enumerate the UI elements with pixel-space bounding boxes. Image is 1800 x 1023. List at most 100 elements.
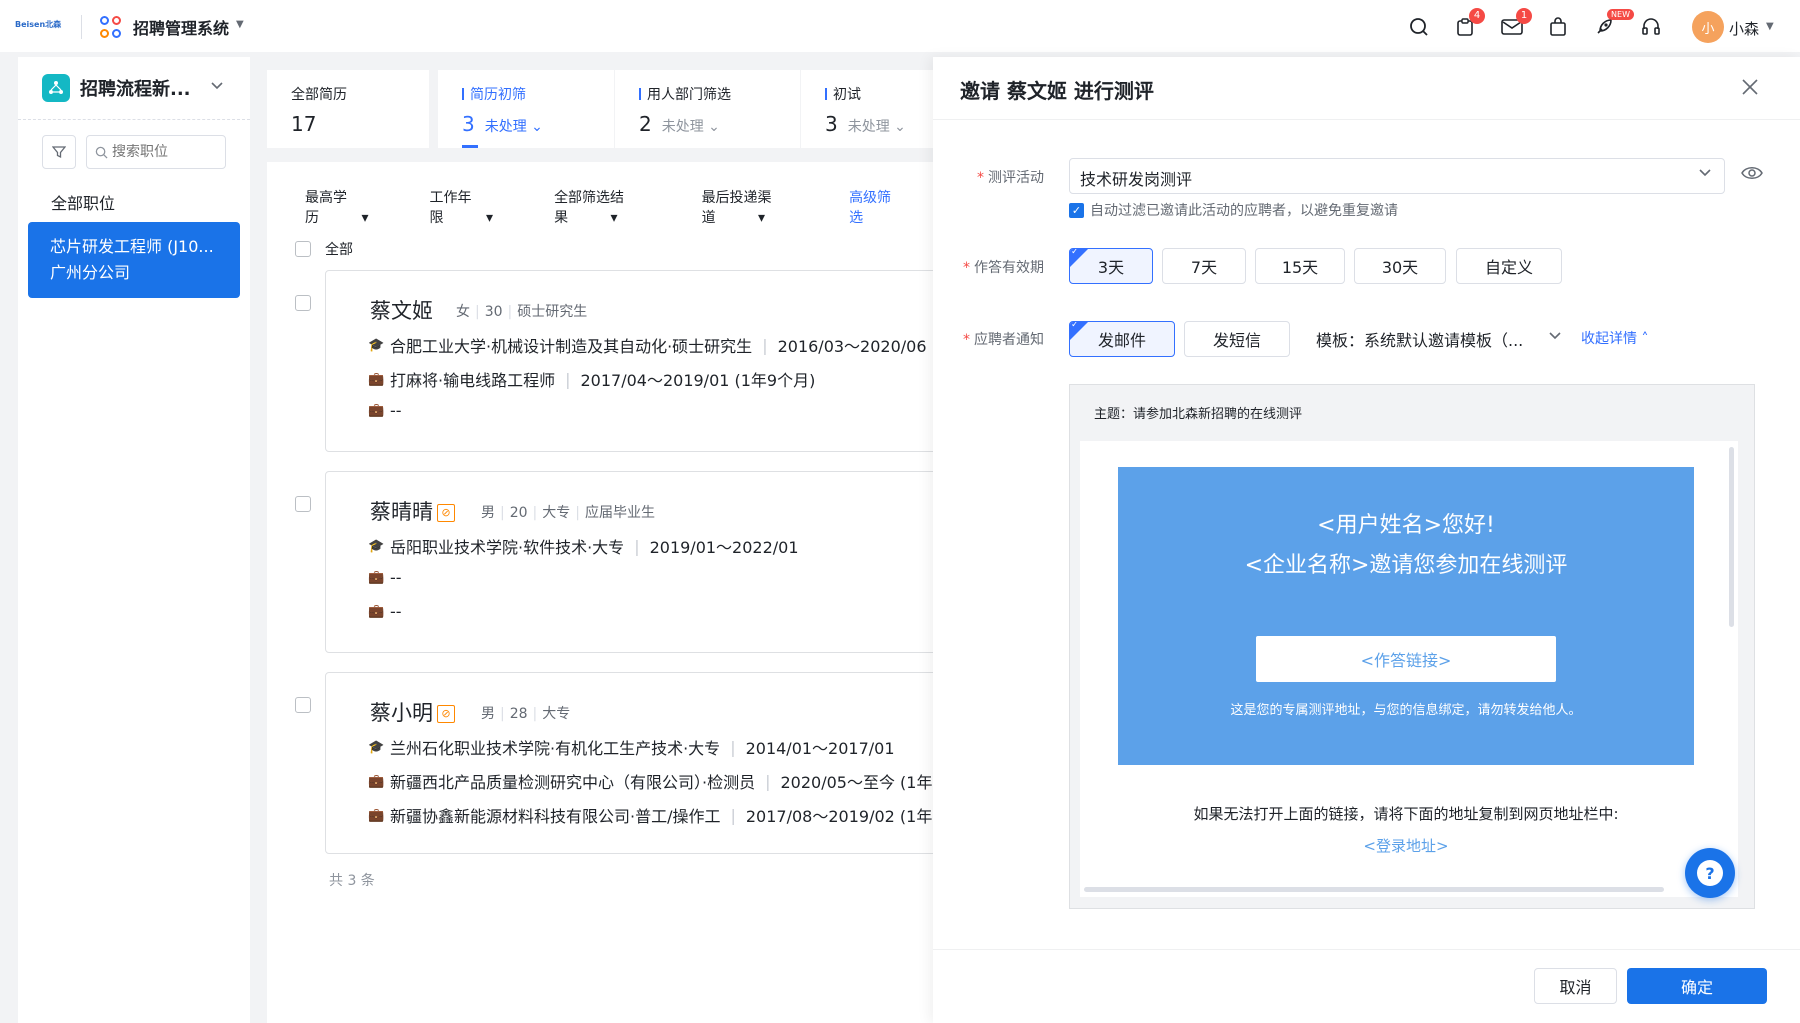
rocket-icon[interactable]: NEW (1592, 9, 1634, 39)
template-select[interactable]: 模板：系统默认邀请模板（... (1316, 327, 1523, 351)
graduation-cap-icon: 🎓 (368, 538, 385, 554)
candidate-card[interactable]: 蔡文姬 女 | 30 | 硕士研究生 🎓 合肥工业大学·机械设计制造及其自动化·硕士研究生… (325, 270, 965, 452)
eye-icon[interactable] (1741, 165, 1763, 185)
activity-value: 技术研发岗测评 (1080, 170, 1193, 189)
collapse-details-link[interactable]: 收起详情 ˄ (1581, 328, 1648, 348)
validity-option-custom[interactable]: 自定义 (1456, 248, 1562, 284)
candidate-card[interactable]: 蔡小明 ⊘ 男 | 28 | 大专 🎓 兰州石化职业技术学院·有机化工生产技术·大专 | 201… (325, 672, 965, 854)
activity-select[interactable]: 技术研发岗测评 (1069, 158, 1725, 194)
validity-option-30d[interactable]: 30天 (1354, 248, 1446, 284)
position-name: 芯片研发工程师 (J10... (50, 237, 214, 256)
brand-logo[interactable]: Beisen北森 (15, 19, 61, 30)
education-line: 🎓 兰州石化职业技术学院·有机化工生产技术·大专 | 2014/01～2017/01 (368, 737, 895, 759)
close-icon[interactable] (1741, 74, 1759, 102)
new-badge: NEW (1607, 9, 1634, 20)
briefcase-icon: 💼 (368, 371, 385, 387)
candidate-checkbox[interactable] (295, 697, 311, 713)
candidate-checkbox[interactable] (295, 496, 311, 512)
assessment-invite-drawer: 邀请 蔡文姬 进行测评 * 测评活动 技术研发岗测评 ✓ 自动过滤已邀请此活动的应… (933, 57, 1800, 1023)
briefcase-icon: 💼 (368, 604, 385, 619)
caret-down-icon[interactable]: ▼ (1766, 21, 1774, 32)
divider (81, 15, 82, 39)
mail-badge: 1 (1516, 8, 1532, 24)
horizontal-scrollbar[interactable] (1084, 887, 1664, 892)
candidate-checkbox[interactable] (295, 295, 311, 311)
email-invite-text: <企业名称>邀请您参加在线测评 (1244, 553, 1568, 578)
work-line: 💼 -- (368, 401, 402, 420)
headset-icon[interactable] (1639, 15, 1663, 39)
mail-icon[interactable]: 1 (1500, 8, 1532, 39)
divider (18, 119, 250, 120)
candidate-card[interactable]: 蔡晴晴 ⊘ 男 | 20 | 大专 | 应届毕业生 🎓 岳阳职业技术学院·软件技术·大专 | 201… (325, 471, 965, 653)
help-button[interactable]: ? (1685, 848, 1735, 898)
position-search[interactable] (86, 135, 226, 169)
avatar[interactable]: 小 (1692, 11, 1724, 43)
cancel-button[interactable]: 取消 (1534, 968, 1617, 1004)
tab-resume-screening[interactable]: 简历初筛 3 未处理 ⌄ (438, 70, 614, 148)
chevron-down-icon[interactable] (1548, 330, 1562, 344)
filter-channel[interactable]: 最后投递渠道 ▾ (702, 187, 812, 227)
fresh-graduate-tag-icon: ⊘ (437, 504, 455, 522)
stage-label: 初试 (825, 84, 918, 104)
validity-option-15d[interactable]: 15天 (1255, 248, 1345, 284)
app-title[interactable]: 招聘管理系统 (133, 15, 229, 39)
filter-button[interactable] (42, 135, 76, 169)
task-icon[interactable]: 4 (1453, 8, 1485, 39)
pipeline-selector[interactable]: 招聘流程新... (42, 74, 191, 102)
validity-option-3d[interactable]: 3天 (1069, 248, 1153, 284)
stage-status: 未处理 (661, 119, 704, 135)
stage-count: 3 (462, 112, 475, 136)
candidate-name[interactable]: 蔡文姬 (370, 295, 433, 325)
email-copy-instruction: 如果无法打开上面的链接，请将下面的地址复制到网页地址栏中: (1193, 805, 1619, 823)
auto-filter-checkbox[interactable]: ✓ 自动过滤已邀请此活动的应聘者，以避免重复邀请 (1069, 200, 1398, 220)
filter-education[interactable]: 最高学历 ▾ (305, 187, 392, 227)
tab-all-resumes[interactable]: 全部简历 17 (267, 70, 429, 148)
chevron-up-icon: ˄ (1641, 331, 1649, 347)
advanced-filter-link[interactable]: 高级筛选 (849, 187, 895, 227)
email-answer-link[interactable]: <作答链接> (1256, 636, 1556, 682)
candidate-name[interactable]: 蔡小明 ⊘ (370, 697, 455, 727)
candidate-meta: 女 | 30 | 硕士研究生 (456, 304, 588, 320)
tab-dept-screening[interactable]: 用人部门筛选 2 未处理 ⌄ (614, 70, 800, 148)
candidate-name[interactable]: 蔡晴晴 ⊘ (370, 496, 455, 526)
top-bar: Beisen北森 招聘管理系统 ▼ 4 1 NEW 小 小森 ▼ (0, 0, 1800, 52)
work-line: 💼 新疆协鑫新能源材料科技有限公司·普工/操作工 | 2017/08～2019/02 … (368, 805, 943, 827)
tab-first-interview[interactable]: 初试 3 未处理 ⌄ (800, 70, 942, 148)
stage-count: 17 (291, 112, 317, 136)
briefcase-icon: 💼 (368, 807, 385, 823)
position-item-selected[interactable]: 芯片研发工程师 (J10... 广州分公司 (28, 222, 240, 298)
chevron-down-icon[interactable] (210, 80, 224, 94)
stage-status: 未处理 (847, 119, 890, 135)
filter-screen-result[interactable]: 全部筛选结果 ▾ (554, 187, 664, 227)
notify-label: * 应聘者通知 (963, 332, 1044, 348)
work-line: 💼 -- (368, 568, 402, 587)
bag-icon[interactable] (1546, 15, 1570, 39)
stage-count: 2 (639, 112, 652, 136)
validity-option-7d[interactable]: 7天 (1162, 248, 1246, 284)
notify-sms-button[interactable]: 发短信 (1184, 321, 1290, 357)
vertical-scrollbar[interactable] (1729, 447, 1734, 627)
total-count: 共 3 条 (329, 873, 375, 889)
select-all-checkbox[interactable] (295, 241, 311, 257)
filter-icon (52, 146, 66, 159)
email-login-link[interactable]: <登录地址> (1118, 835, 1694, 856)
notify-email-button[interactable]: 发邮件 (1069, 321, 1175, 357)
work-line: 💼 -- (368, 602, 402, 621)
chevron-down-icon: ⌄ (889, 119, 906, 135)
email-body[interactable]: <用户姓名>您好! <企业名称>邀请您参加在线测评 <作答链接> 这是您的专属测… (1080, 441, 1738, 897)
search-input[interactable] (112, 144, 212, 160)
email-banner: <用户姓名>您好! <企业名称>邀请您参加在线测评 <作答链接> 这是您的专属测… (1118, 467, 1694, 765)
drawer-title: 邀请 蔡文姬 进行测评 (960, 79, 1154, 103)
select-all[interactable]: 全部 (295, 239, 353, 259)
chevron-down-icon: ⌄ (703, 119, 720, 135)
app-grid-icon[interactable] (100, 16, 122, 38)
confirm-button[interactable]: 确定 (1627, 968, 1767, 1004)
caret-down-icon[interactable]: ▼ (236, 19, 244, 30)
all-positions-item[interactable]: 全部职位 (51, 190, 115, 214)
checkbox-checked-icon[interactable]: ✓ (1069, 202, 1084, 218)
filter-years[interactable]: 工作年限 ▾ (430, 187, 517, 227)
search-icon (95, 146, 108, 159)
briefcase-icon: 💼 (368, 570, 385, 585)
user-name[interactable]: 小森 (1729, 18, 1759, 39)
search-icon[interactable] (1407, 15, 1431, 39)
